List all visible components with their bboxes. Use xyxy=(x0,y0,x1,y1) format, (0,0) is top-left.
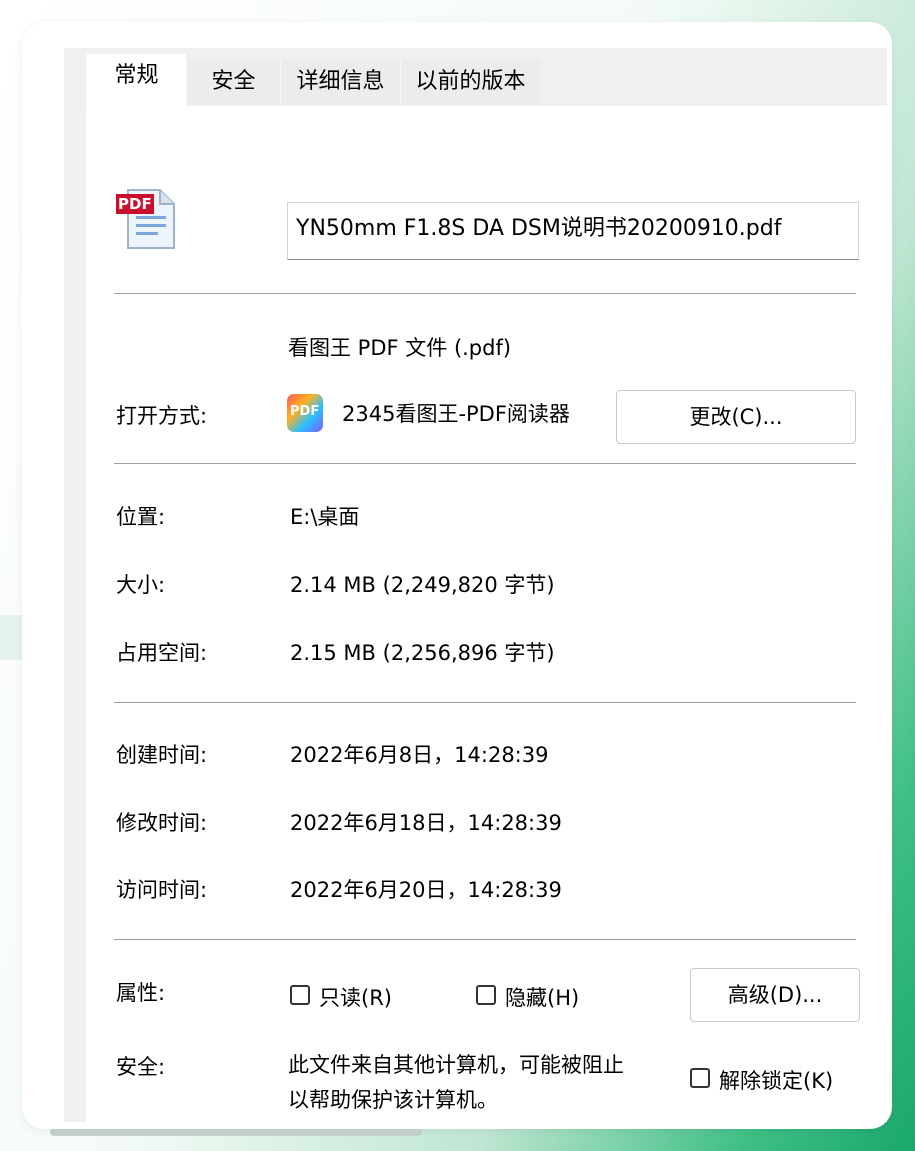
created-label: 创建时间: xyxy=(116,743,208,767)
accessed-label: 访问时间: xyxy=(116,878,208,902)
security-label: 安全: xyxy=(116,1055,166,1079)
size-value: 2.14 MB (2,249,820 字节) xyxy=(290,573,555,597)
tab-details[interactable]: 详细信息 xyxy=(280,60,400,104)
pdf-badge-text: PDF xyxy=(118,195,152,213)
separator xyxy=(114,702,856,703)
change-app-button[interactable]: 更改(C)... xyxy=(616,390,856,444)
pdf-reader-app-icon: PDF xyxy=(286,393,324,433)
background-shadow xyxy=(50,1128,422,1136)
size-on-disk-label: 占用空间: xyxy=(116,641,208,665)
accessed-value: 2022年6月20日，14:28:39 xyxy=(290,878,562,902)
readonly-label: 只读(R) xyxy=(319,986,392,1010)
tab-security[interactable]: 安全 xyxy=(186,60,280,104)
readonly-checkbox[interactable] xyxy=(290,985,310,1005)
open-with-label: 打开方式: xyxy=(116,404,208,428)
general-panel: PDF YN50mm F1.8S DA DSM说明书20200910.pdf 看… xyxy=(86,106,887,1122)
properties-dialog: 常规 安全 详细信息 以前的版本 PDF YN50mm F1.8S DA DSM… xyxy=(64,48,887,1122)
unblock-checkbox[interactable] xyxy=(690,1068,710,1088)
attributes-label: 属性: xyxy=(116,981,166,1005)
location-value: E:\桌面 xyxy=(290,505,360,529)
file-type-value: 看图王 PDF 文件 (.pdf) xyxy=(288,336,512,360)
filename-field[interactable]: YN50mm F1.8S DA DSM说明书20200910.pdf xyxy=(287,202,859,260)
size-on-disk-value: 2.15 MB (2,256,896 字节) xyxy=(290,641,555,665)
modified-value: 2022年6月18日，14:28:39 xyxy=(290,811,562,835)
location-label: 位置: xyxy=(116,505,166,529)
screenshot-card: 常规 安全 详细信息 以前的版本 PDF YN50mm F1.8S DA DSM… xyxy=(22,22,892,1129)
tab-previous-versions[interactable]: 以前的版本 xyxy=(400,60,540,104)
separator xyxy=(114,293,856,294)
security-text-line2: 以帮助保护该计算机。 xyxy=(288,1088,498,1112)
pdf-file-icon: PDF xyxy=(116,186,180,250)
advanced-button[interactable]: 高级(D)... xyxy=(690,968,860,1022)
separator xyxy=(114,939,856,940)
size-label: 大小: xyxy=(116,573,166,597)
tab-strip: 常规 安全 详细信息 以前的版本 xyxy=(64,48,887,106)
open-with-app-name: 2345看图王-PDF阅读器 xyxy=(342,402,570,426)
modified-label: 修改时间: xyxy=(116,811,208,835)
created-value: 2022年6月8日，14:28:39 xyxy=(290,743,549,767)
separator xyxy=(114,463,856,464)
hidden-label: 隐藏(H) xyxy=(505,986,580,1010)
app-icon-text: PDF xyxy=(290,404,320,419)
security-text-line1: 此文件来自其他计算机，可能被阻止 xyxy=(288,1053,624,1077)
hidden-checkbox[interactable] xyxy=(476,985,496,1005)
unblock-label: 解除锁定(K) xyxy=(719,1069,834,1093)
tab-general[interactable]: 常规 xyxy=(86,54,186,106)
